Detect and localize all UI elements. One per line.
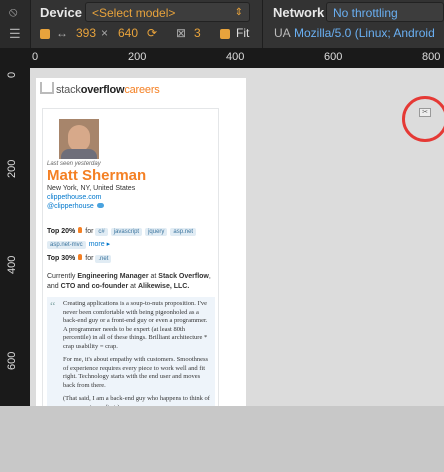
- tag-aspnet-mvc[interactable]: asp.net-mvc: [47, 241, 86, 249]
- ruler-horizontal: 0 200 400 600 800: [30, 48, 444, 68]
- ruler-tick: 0: [6, 71, 18, 78]
- for-label: for: [85, 255, 94, 262]
- bio-role2: CTO and co-founder: [60, 283, 129, 290]
- profile-bio: Currently Engineering Manager at Stack O…: [47, 272, 212, 292]
- device-model-select[interactable]: <Select model> ⇕: [85, 2, 250, 22]
- ruler-tick: 200: [128, 51, 147, 63]
- network-throttle-select[interactable]: No throttling: [326, 2, 444, 22]
- times-icon: ×: [101, 26, 109, 40]
- device-emulation-checkbox[interactable]: [40, 29, 50, 39]
- website-link[interactable]: clippethouse.com: [47, 194, 101, 201]
- profile-statement: “ Creating applications is a soup-to-nut…: [47, 297, 215, 406]
- top20-row: Top 20% for c# javascript jquery asp.net: [47, 227, 199, 236]
- ruler-tick: 400: [226, 51, 245, 63]
- statement-paragraph: (That said, I am a back-end guy who happ…: [63, 395, 210, 406]
- bio-text: Currently: [47, 273, 76, 280]
- for-label: for: [85, 228, 94, 235]
- statement-paragraph: For me, it's about empathy with customer…: [63, 356, 209, 389]
- twitter-icon: [96, 203, 104, 208]
- toolbar-divider: [262, 0, 263, 48]
- ruler-tick: 600: [6, 351, 18, 370]
- bio-company2: Alikewise, LLC.: [137, 283, 190, 290]
- ua-label: UA: [274, 26, 291, 40]
- statement-text: Creating applications is a soup-to-nuts …: [63, 300, 211, 406]
- user-agent-input[interactable]: Mozilla/5.0 (Linux; Android: [294, 26, 435, 40]
- tag-dotnet[interactable]: .net: [95, 255, 112, 263]
- layout-icon[interactable]: ☰: [9, 27, 21, 40]
- profile-card: Last seen yesterday Matt Sherman New Yor…: [42, 108, 219, 406]
- top30-row: Top 30% for .net: [47, 254, 114, 263]
- bio-role: Engineering Manager: [77, 273, 149, 280]
- more-tags-link[interactable]: more: [89, 241, 105, 248]
- bio-company: Stack Overflow: [158, 273, 209, 280]
- chevron-updown-icon: ⇕: [234, 7, 243, 18]
- logo-text-overflow: overflow: [80, 84, 125, 96]
- tag-csharp[interactable]: c#: [95, 228, 108, 236]
- zoom-icon: ⊠: [176, 26, 187, 40]
- careers-profile-page: stackoverflowcareers Last seen yesterday…: [36, 78, 246, 406]
- network-label: Network: [273, 5, 325, 20]
- careers-logo[interactable]: stackoverflowcareers: [40, 82, 160, 96]
- emulated-viewport[interactable]: stackoverflowcareers Last seen yesterday…: [30, 68, 444, 406]
- fit-checkbox[interactable]: [220, 29, 230, 39]
- top20-row-cont: asp.net-mvc more ▸: [47, 240, 110, 249]
- logo-text-stack: stack: [56, 84, 81, 96]
- toolbar-left-gutter: ⦸ ☰: [0, 0, 31, 48]
- tag-aspnet[interactable]: asp.net: [170, 228, 197, 236]
- ruler-corner: [0, 48, 30, 68]
- zoom-input[interactable]: 3: [194, 26, 201, 40]
- quote-icon: “: [50, 299, 56, 313]
- device-toolbar: ⦸ ☰ Device <Select model> ⇕ Network No t…: [0, 0, 444, 48]
- ruler-tick: 400: [6, 255, 18, 274]
- profile-location: New York, NY, United States: [47, 185, 136, 192]
- flame-icon: [78, 254, 83, 260]
- avatar-shirt: [61, 149, 97, 159]
- statement-paragraph: Creating applications is a soup-to-nuts …: [63, 300, 208, 350]
- stack-logo-icon: [40, 82, 54, 94]
- twitter-handle: @clipperhouse: [47, 203, 94, 210]
- ruler-vertical: 0 200 400 600: [0, 68, 30, 406]
- flame-icon: [78, 227, 83, 233]
- more-arrow-icon: ▸: [104, 241, 111, 248]
- fit-label: Fit: [236, 26, 250, 40]
- top20-label: Top 20%: [47, 228, 76, 235]
- ruler-tick: 600: [324, 51, 343, 63]
- bio-text: at: [150, 273, 157, 280]
- profile-name: Matt Sherman: [47, 167, 147, 184]
- height-input[interactable]: 640: [118, 26, 138, 40]
- bio-text: at: [130, 283, 136, 290]
- ruler-tick: 200: [6, 159, 18, 178]
- logo-text-careers: careers: [124, 84, 160, 96]
- annotation-circle: [402, 96, 444, 142]
- block-icon[interactable]: ⦸: [9, 5, 17, 18]
- ruler-tick: 0: [32, 51, 39, 63]
- avatar: [59, 119, 99, 159]
- tag-jquery[interactable]: jquery: [145, 228, 168, 236]
- twitter-link[interactable]: @clipperhouse: [47, 203, 104, 210]
- tag-javascript[interactable]: javascript: [110, 228, 143, 236]
- rotate-icon[interactable]: ⟳: [147, 26, 157, 40]
- resolution-icon: ↔: [56, 26, 68, 40]
- device-model-value: <Select model>: [92, 6, 176, 20]
- top30-label: Top 30%: [47, 255, 76, 262]
- width-input[interactable]: 393: [76, 26, 96, 40]
- ruler-tick: 800: [422, 51, 441, 63]
- network-throttle-value: No throttling: [333, 6, 398, 20]
- avatar-head: [68, 125, 90, 151]
- device-label: Device: [40, 5, 82, 20]
